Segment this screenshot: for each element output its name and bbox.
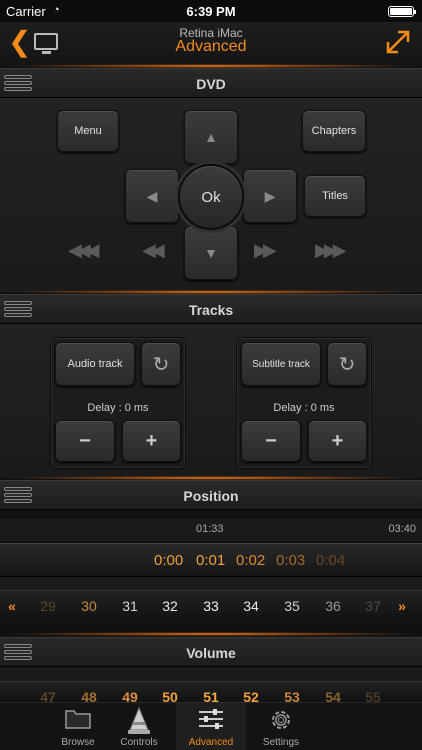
tab-advanced[interactable]: Advanced	[176, 703, 246, 750]
chapter-ruler[interactable]: « 29 30 31 32 33 34 35 36 37 »	[0, 590, 422, 622]
chapter-number-current[interactable]: 33	[196, 598, 226, 614]
chapter-number[interactable]: 36	[318, 598, 348, 614]
chapter-prev-arrows-icon[interactable]: «	[2, 598, 22, 614]
volume-ruler[interactable]: 47 48 49 50 51 52 53 54 55	[0, 681, 422, 702]
spacer	[0, 667, 422, 681]
dpad-right-button[interactable]: ▶	[243, 169, 297, 223]
time-offset: 0:01	[196, 552, 226, 569]
subtitle-delay-plus-button[interactable]: +	[308, 420, 367, 462]
subtitle-rotate-button[interactable]: ↻	[327, 342, 367, 386]
dvd-section-header[interactable]: DVD	[0, 68, 422, 98]
volume-value[interactable]: 54	[318, 689, 348, 702]
rewind-icon[interactable]: ◀◀	[142, 240, 165, 261]
volume-section-header[interactable]: Volume	[0, 637, 422, 667]
dvd-section-title: DVD	[196, 76, 226, 92]
spacer	[0, 577, 422, 591]
volume-value[interactable]: 49	[115, 689, 145, 702]
sliders-icon	[176, 707, 246, 737]
tab-browse[interactable]: Browse	[43, 703, 113, 750]
nav-bar: ❮ Retina iMac Advanced	[0, 22, 422, 66]
dpad-up-button[interactable]: ▲	[184, 110, 238, 164]
left-arrow-icon: ◀	[146, 187, 158, 204]
down-arrow-icon: ▼	[204, 245, 218, 261]
folder-icon	[43, 707, 113, 735]
skip-forward-icon[interactable]: ▶▶▶	[315, 240, 346, 261]
time-offset: 0:00	[154, 552, 184, 569]
titles-button[interactable]: Titles	[304, 175, 366, 217]
position-section-header[interactable]: Position	[0, 480, 422, 510]
audio-delay-minus-button[interactable]: −	[55, 420, 115, 462]
menu-button[interactable]: Menu	[57, 110, 119, 152]
gear-icon	[246, 707, 316, 739]
audio-delay-plus-button[interactable]: +	[122, 420, 181, 462]
volume-value-current[interactable]: 51	[196, 689, 226, 702]
skip-back-icon[interactable]: ◀◀◀	[68, 240, 99, 261]
tab-label: Advanced	[188, 737, 234, 748]
time-offset: 0:02	[236, 552, 266, 569]
dpad-left-button[interactable]: ◀	[125, 169, 179, 223]
battery-icon	[388, 6, 416, 17]
right-arrow-icon: ▶	[264, 187, 276, 204]
volume-value[interactable]: 48	[74, 689, 104, 702]
status-bar: Carrier ◔ 6:39 PM	[0, 0, 422, 22]
current-time: 01:33	[196, 523, 224, 535]
subtitle-track-button[interactable]: Subtitle track	[241, 342, 321, 386]
total-time: 03:40	[388, 523, 416, 535]
volume-value[interactable]: 53	[277, 689, 307, 702]
tab-label: Settings	[262, 737, 300, 748]
rotate-icon: ↻	[152, 353, 170, 376]
audio-rotate-button[interactable]: ↻	[141, 342, 181, 386]
vlc-cone-icon	[104, 706, 174, 741]
position-section-title: Position	[183, 488, 239, 504]
dpad-down-button[interactable]: ▼	[184, 226, 238, 280]
fast-forward-icon[interactable]: ▶▶	[254, 240, 277, 261]
time-offset: 0:04	[316, 552, 346, 569]
ok-button[interactable]: Ok	[178, 164, 244, 230]
subtitle-delay-label: Delay : 0 ms	[273, 402, 335, 414]
seek-timeline[interactable]: 0:00 0:01 0:02 0:03 0:04	[0, 543, 422, 577]
up-arrow-icon: ▲	[204, 129, 218, 145]
chapter-next-arrows-icon[interactable]: »	[392, 598, 412, 614]
audio-delay-label: Delay : 0 ms	[87, 402, 149, 414]
status-time: 6:39 PM	[186, 4, 236, 19]
chapter-number[interactable]: 31	[115, 598, 145, 614]
chapter-number[interactable]: 35	[277, 598, 307, 614]
volume-value[interactable]: 50	[155, 689, 185, 702]
volume-value[interactable]: 55	[358, 689, 388, 702]
tracks-section-header[interactable]: Tracks	[0, 294, 422, 324]
chapters-button[interactable]: Chapters	[302, 110, 366, 152]
volume-section-title: Volume	[186, 645, 236, 661]
tracks-section-title: Tracks	[188, 302, 234, 318]
expand-icon[interactable]	[384, 28, 412, 56]
tab-label: Controls	[120, 737, 158, 748]
page-title: Advanced	[175, 38, 247, 55]
time-offset: 0:03	[276, 552, 306, 569]
orange-glow-divider	[0, 632, 422, 636]
subtitle-delay-minus-button[interactable]: −	[241, 420, 301, 462]
volume-value[interactable]: 47	[33, 689, 63, 702]
tab-controls[interactable]: Controls	[104, 703, 174, 750]
audio-track-button[interactable]: Audio track	[55, 342, 135, 386]
chapter-number[interactable]: 29	[33, 598, 63, 614]
tab-label: Browse	[61, 737, 95, 748]
volume-value[interactable]: 52	[236, 689, 266, 702]
tab-settings[interactable]: Settings	[246, 703, 316, 750]
chapter-number[interactable]: 34	[236, 598, 266, 614]
tab-bar: Browse Controls Advanced Settings	[0, 702, 422, 750]
chapter-number[interactable]: 37	[358, 598, 388, 614]
position-times: 01:33 03:40	[0, 519, 422, 541]
chapter-number[interactable]: 32	[155, 598, 185, 614]
chapter-number[interactable]: 30	[74, 598, 104, 614]
rotate-icon: ↻	[338, 353, 356, 376]
